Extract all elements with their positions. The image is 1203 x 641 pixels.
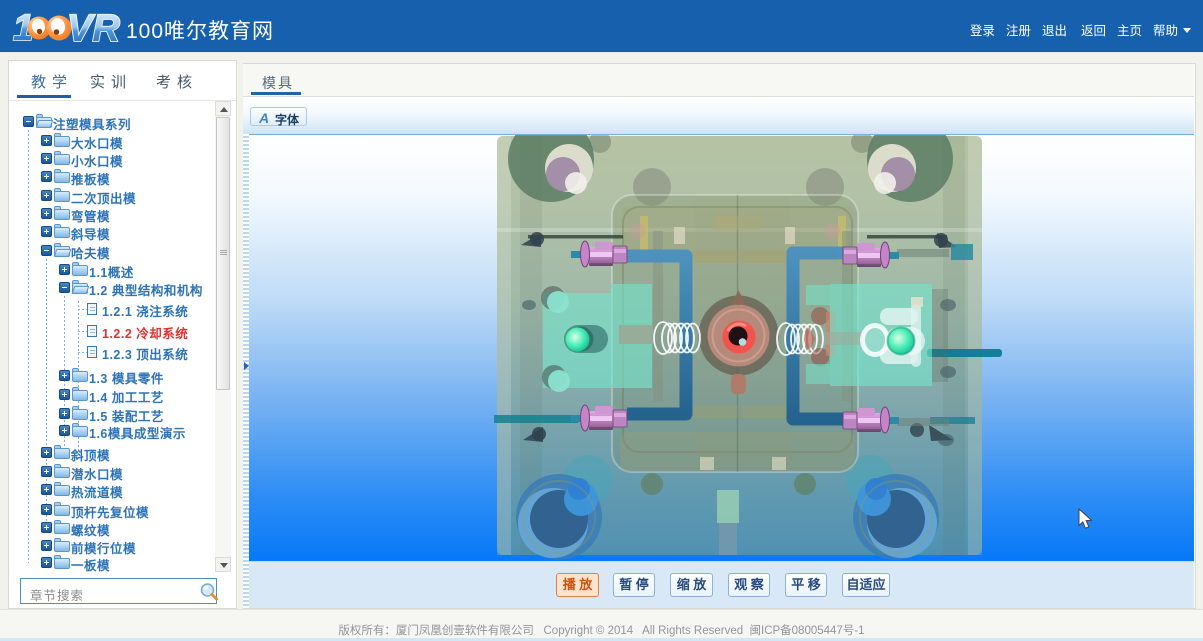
svg-text:VR: VR: [67, 8, 120, 50]
